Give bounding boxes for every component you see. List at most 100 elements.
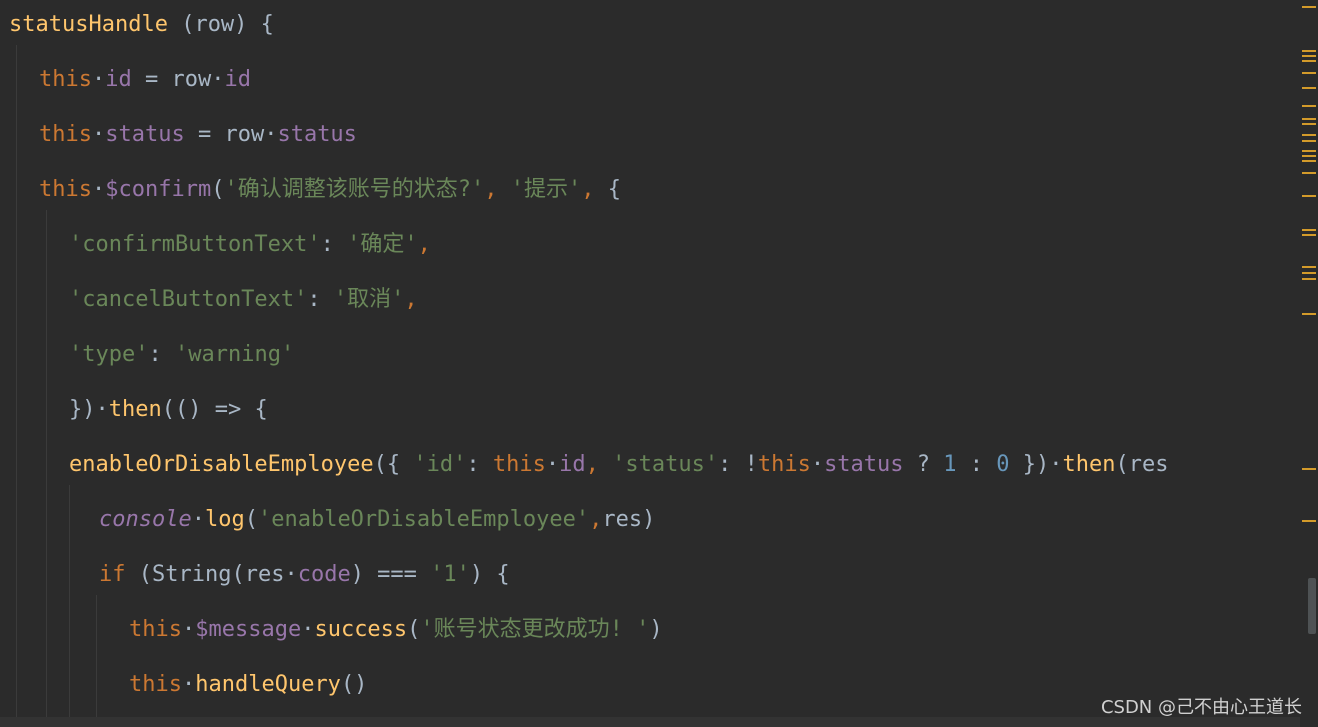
code-token: (() => { <box>161 397 268 422</box>
code-token: , <box>581 177 608 202</box>
indent-guide <box>16 45 17 725</box>
code-line[interactable]: statusHandle (row) { <box>9 0 274 52</box>
code-token: = row <box>131 67 212 92</box>
code-token: : <box>307 287 334 312</box>
code-token: then <box>1062 452 1116 477</box>
code-line[interactable]: 'confirmButtonText': '确定', <box>69 217 431 272</box>
code-token: '提示' <box>510 177 582 202</box>
code-token: , <box>589 507 603 532</box>
code-token: id <box>559 452 586 477</box>
code-line[interactable]: this·status = row·status <box>39 107 357 162</box>
code-token: · <box>95 397 109 422</box>
code-token: , <box>484 177 511 202</box>
code-token: 'confirmButtonText' <box>69 232 321 257</box>
code-token: success <box>314 617 408 642</box>
code-line[interactable]: 'cancelButtonText': '取消', <box>69 272 418 327</box>
warning-marker[interactable] <box>1302 172 1316 174</box>
warning-marker[interactable] <box>1302 123 1316 125</box>
code-line[interactable]: 'type': 'warning' <box>69 327 294 382</box>
warning-marker[interactable] <box>1302 55 1316 57</box>
code-token: status <box>277 122 357 147</box>
code-token: · <box>91 67 106 92</box>
warning-marker[interactable] <box>1302 234 1316 236</box>
code-token: 'status' <box>612 452 719 477</box>
code-token: ( <box>244 507 258 532</box>
code-token: }) <box>1009 452 1050 477</box>
warning-marker[interactable] <box>1302 520 1316 522</box>
code-token: ) { <box>469 562 510 587</box>
warning-marker[interactable] <box>1302 6 1316 8</box>
code-token: this <box>757 452 811 477</box>
code-token: console <box>99 507 192 532</box>
warning-marker[interactable] <box>1302 105 1316 107</box>
code-token: this <box>129 617 182 642</box>
code-token: status <box>824 452 904 477</box>
code-token: , <box>417 232 431 257</box>
code-token: this <box>129 672 182 697</box>
code-token: (String(res <box>125 562 285 587</box>
code-token: $confirm <box>105 177 212 202</box>
warning-marker[interactable] <box>1302 87 1316 89</box>
code-token: ( <box>211 177 225 202</box>
indent-guide <box>96 595 97 725</box>
code-line[interactable]: this·id = row·id <box>39 52 251 107</box>
code-line[interactable]: })·then(() => { <box>69 382 268 437</box>
code-token: · <box>1049 452 1063 477</box>
warning-marker[interactable] <box>1302 155 1316 157</box>
code-line[interactable]: enableOrDisableEmployee({ 'id': this·id,… <box>69 437 1169 492</box>
code-token: : <box>320 232 348 257</box>
vertical-scrollbar-thumb[interactable] <box>1308 578 1316 634</box>
code-token: : ! <box>718 452 758 477</box>
warning-marker[interactable] <box>1302 195 1316 197</box>
warning-marker[interactable] <box>1302 118 1316 120</box>
code-token: · <box>301 617 315 642</box>
code-token: · <box>181 617 196 642</box>
code-token: 'type' <box>69 342 149 367</box>
warning-marker[interactable] <box>1302 50 1316 52</box>
code-token: · <box>810 452 825 477</box>
code-token: '1' <box>430 562 470 587</box>
code-token: id <box>105 67 132 92</box>
code-line[interactable]: this·handleQuery() <box>129 657 367 712</box>
warning-marker[interactable] <box>1302 160 1316 162</box>
code-token: : <box>956 452 997 477</box>
warning-marker[interactable] <box>1302 272 1316 274</box>
code-line[interactable]: if (String(res·code) === '1') { <box>99 547 510 602</box>
warning-marker[interactable] <box>1302 278 1316 280</box>
code-token: : <box>466 452 493 477</box>
warning-marker[interactable] <box>1302 313 1316 315</box>
code-token: ) <box>649 617 663 642</box>
indent-guide <box>69 485 70 725</box>
code-line[interactable]: console·log('enableOrDisableEmployee',re… <box>99 492 655 547</box>
code-token: · <box>545 452 560 477</box>
warning-marker[interactable] <box>1302 60 1316 62</box>
code-line[interactable]: this·$confirm('确认调整该账号的状态?', '提示', { <box>39 162 621 217</box>
code-token: if <box>99 562 126 587</box>
warning-marker[interactable] <box>1302 266 1316 268</box>
code-token: : <box>148 342 175 367</box>
code-token: · <box>211 67 225 92</box>
warning-marker[interactable] <box>1302 140 1316 142</box>
code-token: handleQuery <box>195 672 341 697</box>
warning-marker[interactable] <box>1302 72 1316 74</box>
code-token: · <box>91 122 106 147</box>
warning-marker[interactable] <box>1302 150 1316 152</box>
code-token: this <box>39 122 92 147</box>
code-line[interactable]: this·$message·success('账号状态更改成功! ') <box>129 602 663 657</box>
code-editor[interactable]: statusHandle (row) { this·id = row·id th… <box>0 0 1300 727</box>
warning-marker[interactable] <box>1302 468 1316 470</box>
warning-marker[interactable] <box>1302 134 1316 136</box>
code-token: res) <box>602 507 656 532</box>
code-token: this <box>492 452 546 477</box>
indent-guide <box>46 210 47 725</box>
code-token: 0 <box>996 452 1010 477</box>
code-token: { <box>607 177 621 202</box>
warning-marker[interactable] <box>1302 229 1316 231</box>
code-token: this <box>39 67 92 92</box>
code-token: (row) { <box>167 12 274 37</box>
code-token: , <box>585 452 613 477</box>
error-stripe-gutter[interactable] <box>1300 0 1318 727</box>
code-token: ? <box>903 452 944 477</box>
code-token: · <box>191 507 205 532</box>
code-token: · <box>91 177 106 202</box>
